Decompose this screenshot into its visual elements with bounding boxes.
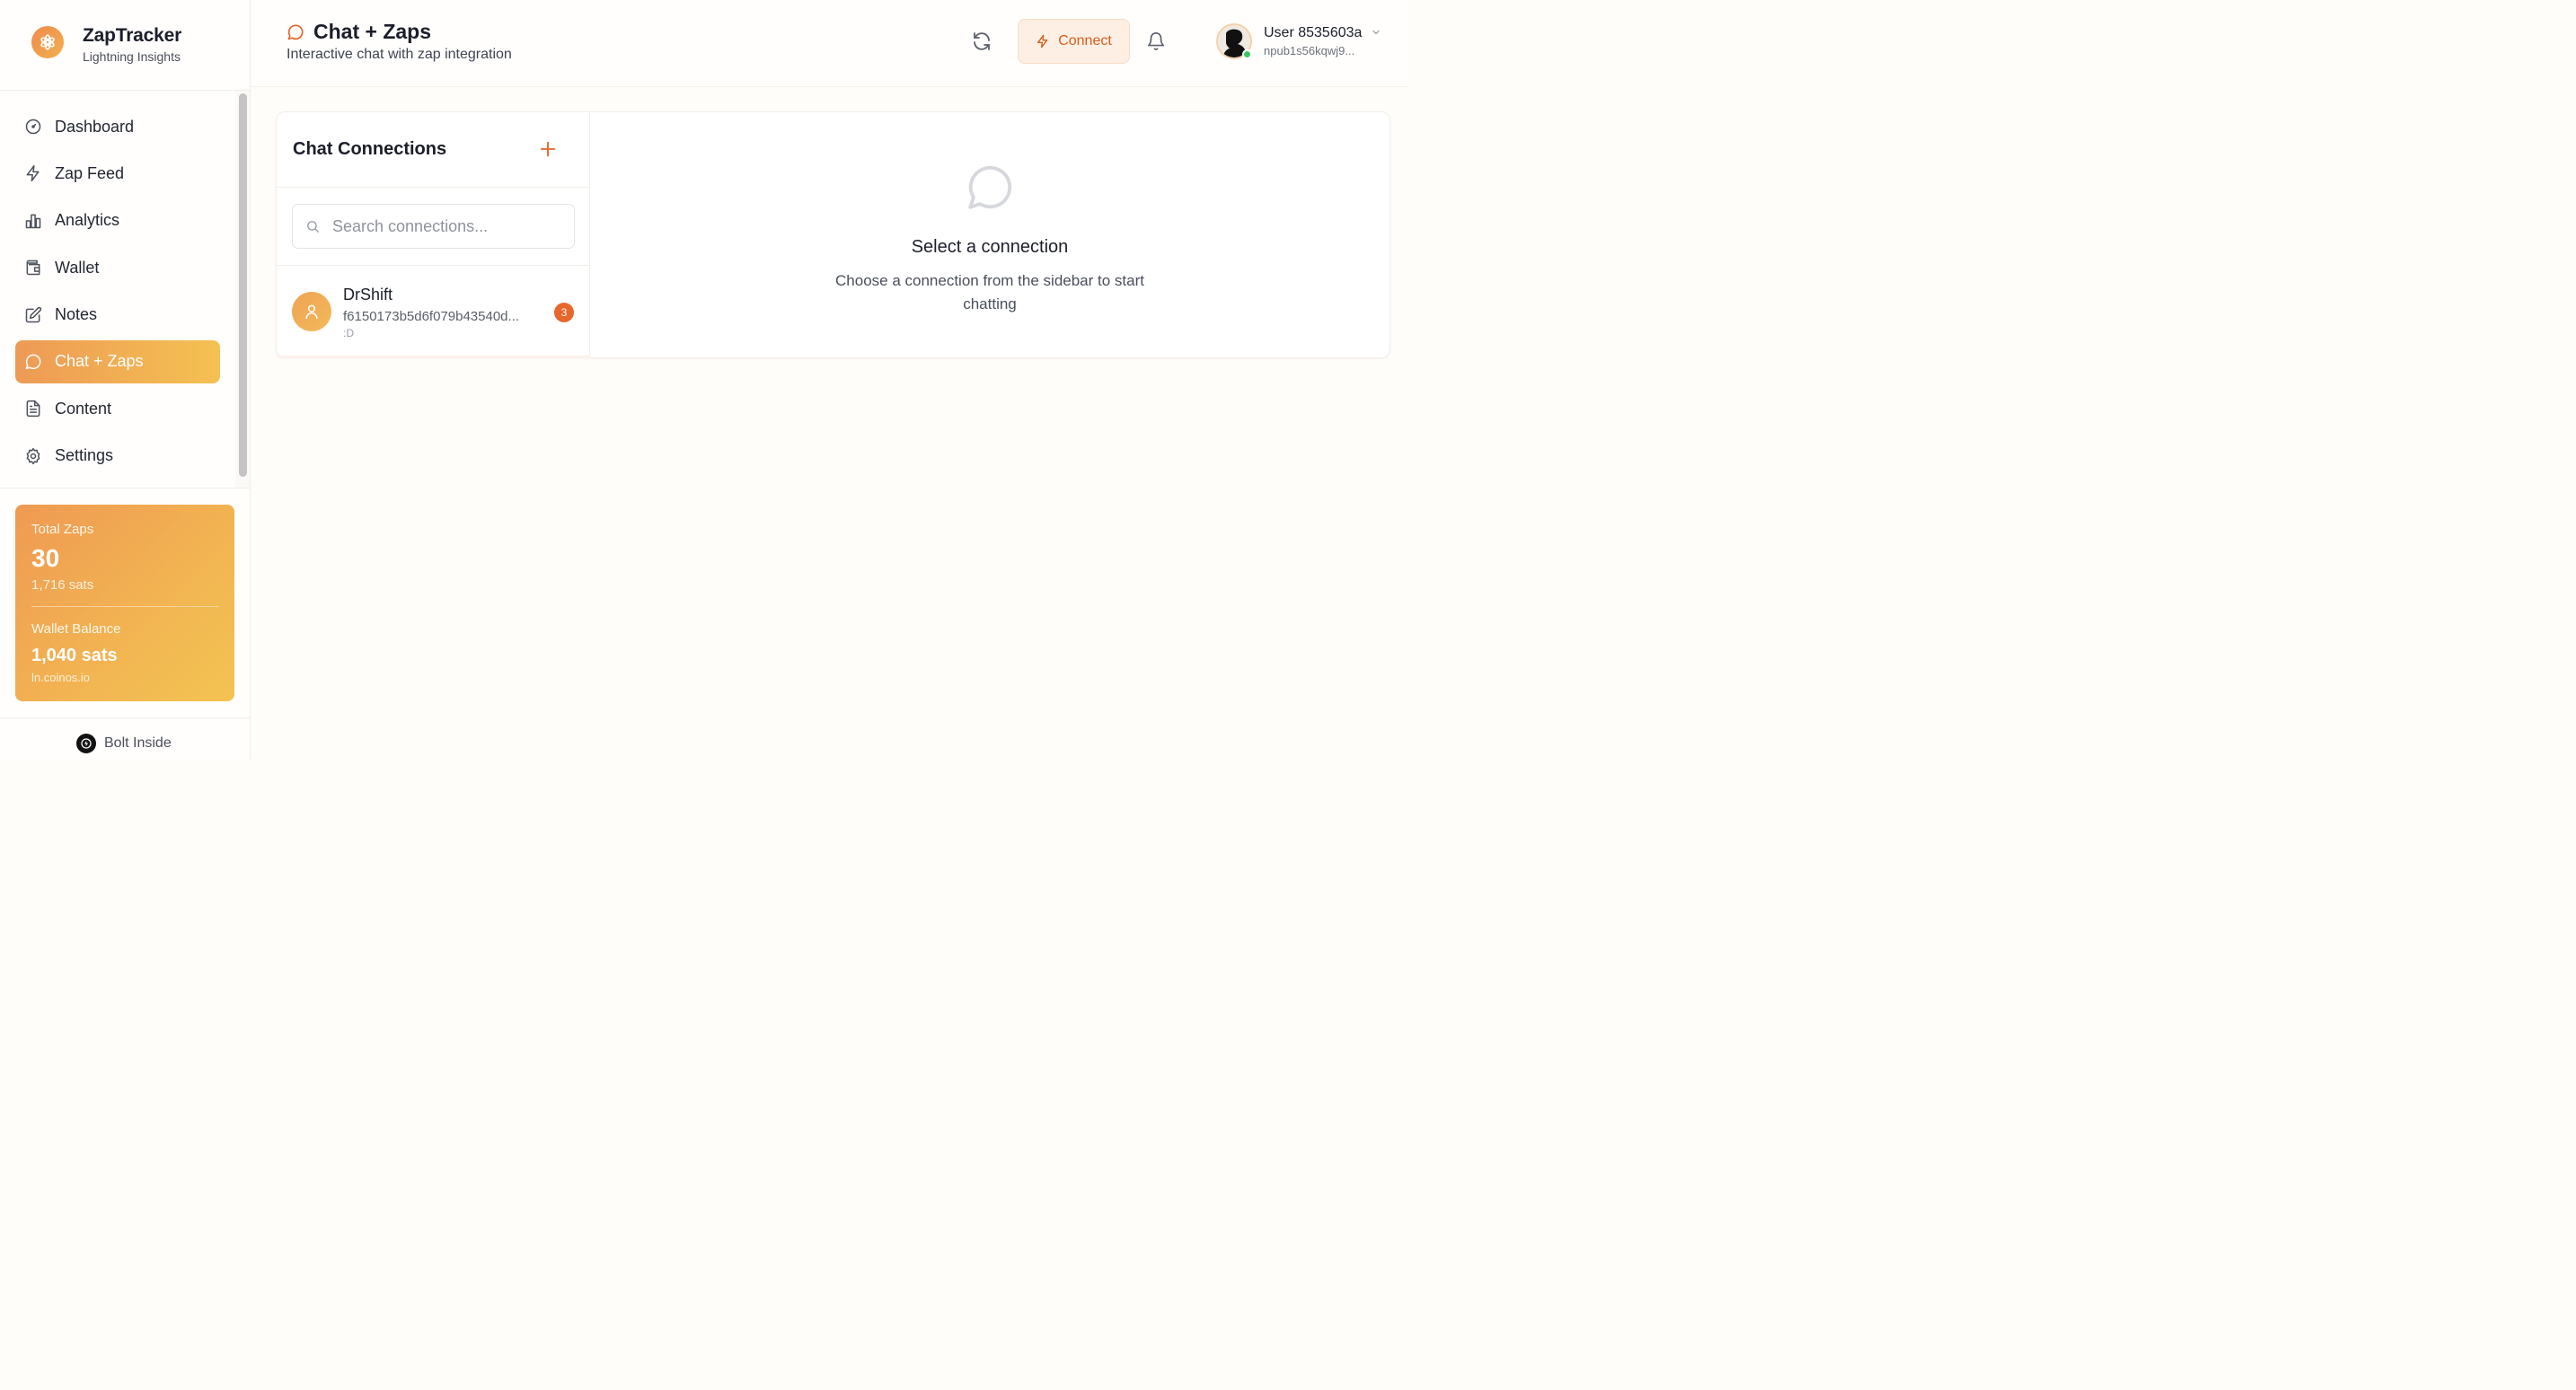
sidebar-item-label: Wallet xyxy=(55,258,100,277)
empty-state-title: Select a connection xyxy=(911,237,1069,257)
bolt-logo-icon xyxy=(76,734,96,753)
connection-name: DrShift xyxy=(343,286,393,304)
page-subtitle: Interactive chat with zap integration xyxy=(287,47,512,62)
sidebar-item-wallet[interactable]: Wallet xyxy=(15,246,220,289)
sidebar-item-label: Notes xyxy=(55,305,98,324)
sidebar-item-label: Settings xyxy=(55,446,114,465)
sidebar-item-content[interactable]: Content xyxy=(15,387,220,430)
sidebar-item-label: Chat + Zaps xyxy=(55,352,144,371)
wallet-balance-label: Wallet Balance xyxy=(31,621,121,637)
sidebar-item-notes[interactable]: Notes xyxy=(15,294,220,337)
sidebar-item-zap-feed[interactable]: Zap Feed xyxy=(15,152,220,195)
divider xyxy=(31,606,218,607)
chevron-down-icon[interactable] xyxy=(1371,27,1381,38)
connections-header: Chat Connections xyxy=(277,112,590,188)
total-zaps-value: 30 xyxy=(31,544,60,572)
bolt-inside-label: Bolt Inside xyxy=(104,735,172,751)
search-box xyxy=(292,204,575,249)
total-zaps-sats: 1,716 sats xyxy=(31,577,94,593)
divider xyxy=(277,356,590,358)
chat-panel: Chat Connections DrShift f6150173b5d6f07… xyxy=(276,111,1390,358)
sidebar-item-label: Dashboard xyxy=(55,117,135,136)
connection-pubkey: f6150173b5d6f079b43540d... xyxy=(343,309,520,324)
page-title-row: Chat + Zaps xyxy=(287,20,431,44)
wallet-balance-value: 1,040 sats xyxy=(31,646,118,665)
sidebar-item-label: Content xyxy=(55,399,112,418)
sidebar-scrollbar-thumb[interactable] xyxy=(239,93,247,477)
connect-button[interactable]: Connect xyxy=(1018,19,1130,64)
brand-name: ZapTracker xyxy=(83,25,182,46)
total-zaps-label: Total Zaps xyxy=(31,522,94,537)
page-title: Chat + Zaps xyxy=(313,20,432,43)
bar-chart-icon xyxy=(25,214,41,229)
sidebar-item-analytics[interactable]: Analytics xyxy=(15,199,220,242)
sidebar: ZapTracker Lightning Insights Dashboard … xyxy=(0,0,251,761)
connection-last-message: :D xyxy=(343,327,354,339)
flower-icon xyxy=(31,26,64,58)
search-icon xyxy=(307,221,319,233)
chat-bubble-icon xyxy=(25,354,41,370)
stats-card: Total Zaps 30 1,716 sats Wallet Balance … xyxy=(15,505,234,701)
sidebar-item-chat-zaps[interactable]: Chat + Zaps xyxy=(15,339,220,383)
connection-list-item[interactable]: DrShift f6150173b5d6f079b43540d... :D 3 xyxy=(277,266,590,356)
connections-column: Chat Connections DrShift f6150173b5d6f07… xyxy=(277,112,590,358)
document-icon xyxy=(26,400,40,418)
connect-button-label: Connect xyxy=(1058,33,1112,48)
online-status-dot xyxy=(1242,49,1252,59)
bell-icon[interactable] xyxy=(1146,31,1166,51)
wallet-icon xyxy=(26,260,40,276)
sidebar-item-settings[interactable]: Settings xyxy=(15,435,220,478)
empty-state-text: Choose a connection from the sidebar to … xyxy=(835,272,1144,312)
gauge-icon xyxy=(25,119,41,135)
chat-bubble-icon xyxy=(287,24,304,40)
sidebar-item-dashboard[interactable]: Dashboard xyxy=(15,105,220,148)
chat-bubble-icon xyxy=(968,165,1012,209)
sidebar-nav: Dashboard Zap Feed Analytics Wallet Note… xyxy=(15,105,220,481)
user-name[interactable]: User 8535603a xyxy=(1264,25,1362,41)
top-header: Chat + Zaps Interactive chat with zap in… xyxy=(251,0,1408,87)
empty-chat-state: Select a connection Choose a connection … xyxy=(590,112,1389,357)
lightning-icon xyxy=(26,165,40,182)
pencil-square-icon xyxy=(25,306,42,322)
divider xyxy=(0,717,251,718)
sidebar-item-label: Zap Feed xyxy=(55,163,125,182)
sidebar-item-label: Analytics xyxy=(55,211,120,230)
brand[interactable]: ZapTracker Lightning Insights xyxy=(0,0,251,91)
avatar xyxy=(292,292,331,331)
user-icon xyxy=(305,304,318,320)
lightning-icon xyxy=(1037,34,1048,48)
wallet-provider: ln.coinos.io xyxy=(31,671,91,684)
connections-title: Chat Connections xyxy=(293,139,447,159)
gear-icon xyxy=(26,447,40,464)
search-input[interactable] xyxy=(332,205,570,248)
brand-subtitle: Lightning Insights xyxy=(83,49,181,64)
plus-icon[interactable] xyxy=(538,139,558,159)
unread-badge: 3 xyxy=(554,303,574,322)
refresh-icon[interactable] xyxy=(971,31,992,52)
user-npub: npub1s56kqwj9... xyxy=(1264,44,1355,57)
bolt-inside-link[interactable]: Bolt Inside xyxy=(76,734,172,753)
